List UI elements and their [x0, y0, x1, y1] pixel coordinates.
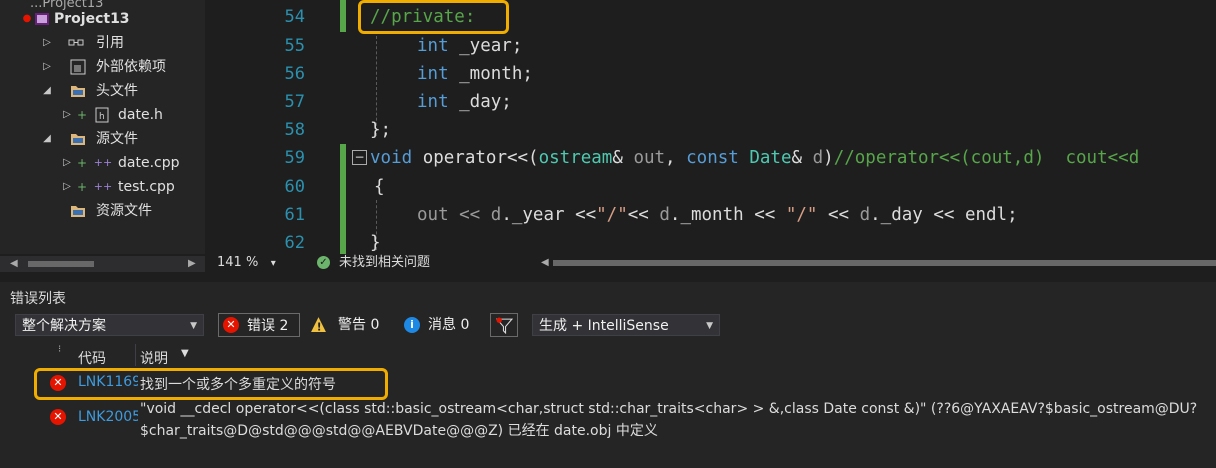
errors-filter-label: 错误 2	[247, 318, 289, 334]
info-icon: i	[404, 317, 420, 333]
code-line-55: int _year;	[417, 36, 523, 56]
sort-grip-icon[interactable]: ⁝	[58, 344, 61, 355]
zoom-dropdown-icon: ▾	[270, 258, 276, 269]
highlight-box	[34, 368, 388, 400]
highlight-box	[358, 0, 509, 34]
external-deps-icon	[70, 59, 86, 75]
cpp-file-icon: ++	[93, 156, 113, 169]
sort-arrow-icon: ▼	[181, 348, 189, 359]
issues-status[interactable]: 未找到相关问题	[339, 254, 430, 272]
tree-label: test.cpp	[118, 179, 175, 195]
scroll-right-icon[interactable]: ▶	[188, 256, 196, 272]
folder-icon	[71, 134, 85, 145]
zoom-level[interactable]: 141 % ▾	[217, 254, 276, 273]
scroll-left-icon[interactable]: ◀	[541, 254, 549, 272]
code-line-60: {	[374, 177, 385, 197]
code-line-62: }	[370, 233, 381, 253]
collapse-arrow-icon[interactable]: ◢	[42, 79, 52, 103]
line-number: 60	[284, 177, 305, 197]
error-icon: ✕	[223, 317, 239, 333]
expand-arrow-icon[interactable]: ▷	[42, 31, 52, 55]
editor-status-bar: 141 % ▾ ✓ 未找到相关问题 ◀	[207, 254, 1216, 272]
warnings-filter-label: 警告 0	[338, 317, 380, 333]
warning-icon: !	[311, 317, 326, 333]
scroll-left-icon[interactable]: ◀	[10, 256, 18, 272]
expand-arrow-icon[interactable]: ▷	[42, 55, 52, 79]
folder-icon	[71, 206, 85, 217]
messages-filter-label: 消息 0	[428, 317, 470, 333]
code-line-61: out << d._year <<"/"<< d._month << "/" <…	[417, 205, 1018, 225]
scroll-thumb[interactable]	[28, 261, 94, 267]
line-number: 55	[284, 36, 305, 56]
collapse-region-icon[interactable]: −	[352, 150, 367, 165]
warnings-filter-button[interactable]: ! 警告 0	[306, 313, 388, 337]
filter-button[interactable]	[490, 313, 518, 337]
editor-hscrollbar[interactable]: ◀	[537, 254, 1216, 272]
scope-select[interactable]: 整个解决方案 ▼	[15, 314, 204, 336]
header-file-icon: h	[95, 107, 109, 123]
tree-label: 头文件	[96, 83, 138, 99]
line-number: 59	[284, 148, 305, 168]
code-line-58: };	[370, 120, 392, 140]
editor-gutter	[207, 0, 245, 254]
tree-label: date.h	[118, 107, 163, 123]
tree-label: 引用	[96, 35, 124, 51]
scroll-thumb[interactable]	[553, 260, 1216, 266]
chevron-down-icon: ▼	[190, 321, 197, 331]
chevron-down-icon: ▼	[706, 321, 713, 331]
tree-label: 外部依赖项	[96, 59, 166, 75]
line-number: 58	[284, 120, 305, 140]
plus-icon: +	[77, 180, 88, 194]
code-editor[interactable]: − //private: int _year; int _month; int …	[346, 0, 1216, 254]
line-number: 62	[284, 233, 305, 253]
messages-filter-button[interactable]: i 消息 0	[400, 313, 480, 337]
svg-text:!: !	[317, 320, 322, 333]
column-header-description[interactable]: 说明	[140, 348, 168, 368]
line-number: 61	[284, 205, 305, 225]
collapse-arrow-icon[interactable]: ◢	[42, 127, 52, 151]
solution-hscrollbar[interactable]: ◀ ▶	[0, 256, 205, 272]
error-description: "void __cdecl operator<<(class std::basi…	[140, 401, 1198, 417]
errors-filter-button[interactable]: ✕ 错误 2	[218, 313, 300, 337]
table-row[interactable]: ✕ LNK2005 "void __cdecl operator<<(class…	[0, 401, 1216, 441]
line-number: 57	[284, 92, 305, 112]
expand-arrow-icon[interactable]: ▷	[62, 103, 72, 127]
project-marker-icon: ●	[22, 13, 32, 24]
project-icon	[35, 13, 49, 25]
check-icon: ✓	[317, 256, 330, 269]
line-number: 56	[284, 64, 305, 84]
plus-icon: +	[77, 156, 88, 170]
tree-label: 源文件	[96, 131, 138, 147]
filter-icon	[496, 317, 513, 334]
solution-explorer: ...Project13 ● Project13 ▷ 引用 ▷ 外部依赖项 ◢ …	[0, 0, 205, 254]
code-line-57: int _day;	[417, 92, 512, 112]
expand-arrow-icon[interactable]: ▷	[62, 175, 72, 199]
tree-label: date.cpp	[118, 155, 180, 171]
panel-title: 错误列表	[10, 291, 66, 307]
plus-icon: +	[77, 108, 88, 122]
folder-icon	[71, 86, 85, 97]
references-icon	[68, 39, 84, 46]
code-line-56: int _month;	[417, 64, 533, 84]
error-icon: ✕	[50, 409, 66, 425]
line-numbers: 54 55 56 57 58 59 60 61 62	[245, 0, 305, 254]
column-header-code[interactable]: 代码	[78, 348, 106, 368]
build-filter-select[interactable]: 生成 + IntelliSense ▼	[532, 314, 720, 336]
build-filter-value: 生成 + IntelliSense	[539, 318, 669, 334]
cpp-file-icon: ++	[93, 180, 113, 193]
svg-text:h: h	[99, 112, 105, 122]
error-description-cont: $char_traits@D@std@@@std@@AEBVDate@@@Z) …	[140, 423, 658, 439]
error-code: LNK2005	[78, 409, 138, 425]
expand-arrow-icon[interactable]: ▷	[62, 151, 72, 175]
tree-label: 资源文件	[96, 203, 152, 219]
line-number: 54	[284, 7, 305, 27]
scope-value: 整个解决方案	[22, 318, 106, 334]
project-label: Project13	[54, 11, 130, 27]
code-line-59: void operator<<(ostream& out, const Date…	[370, 148, 1140, 168]
